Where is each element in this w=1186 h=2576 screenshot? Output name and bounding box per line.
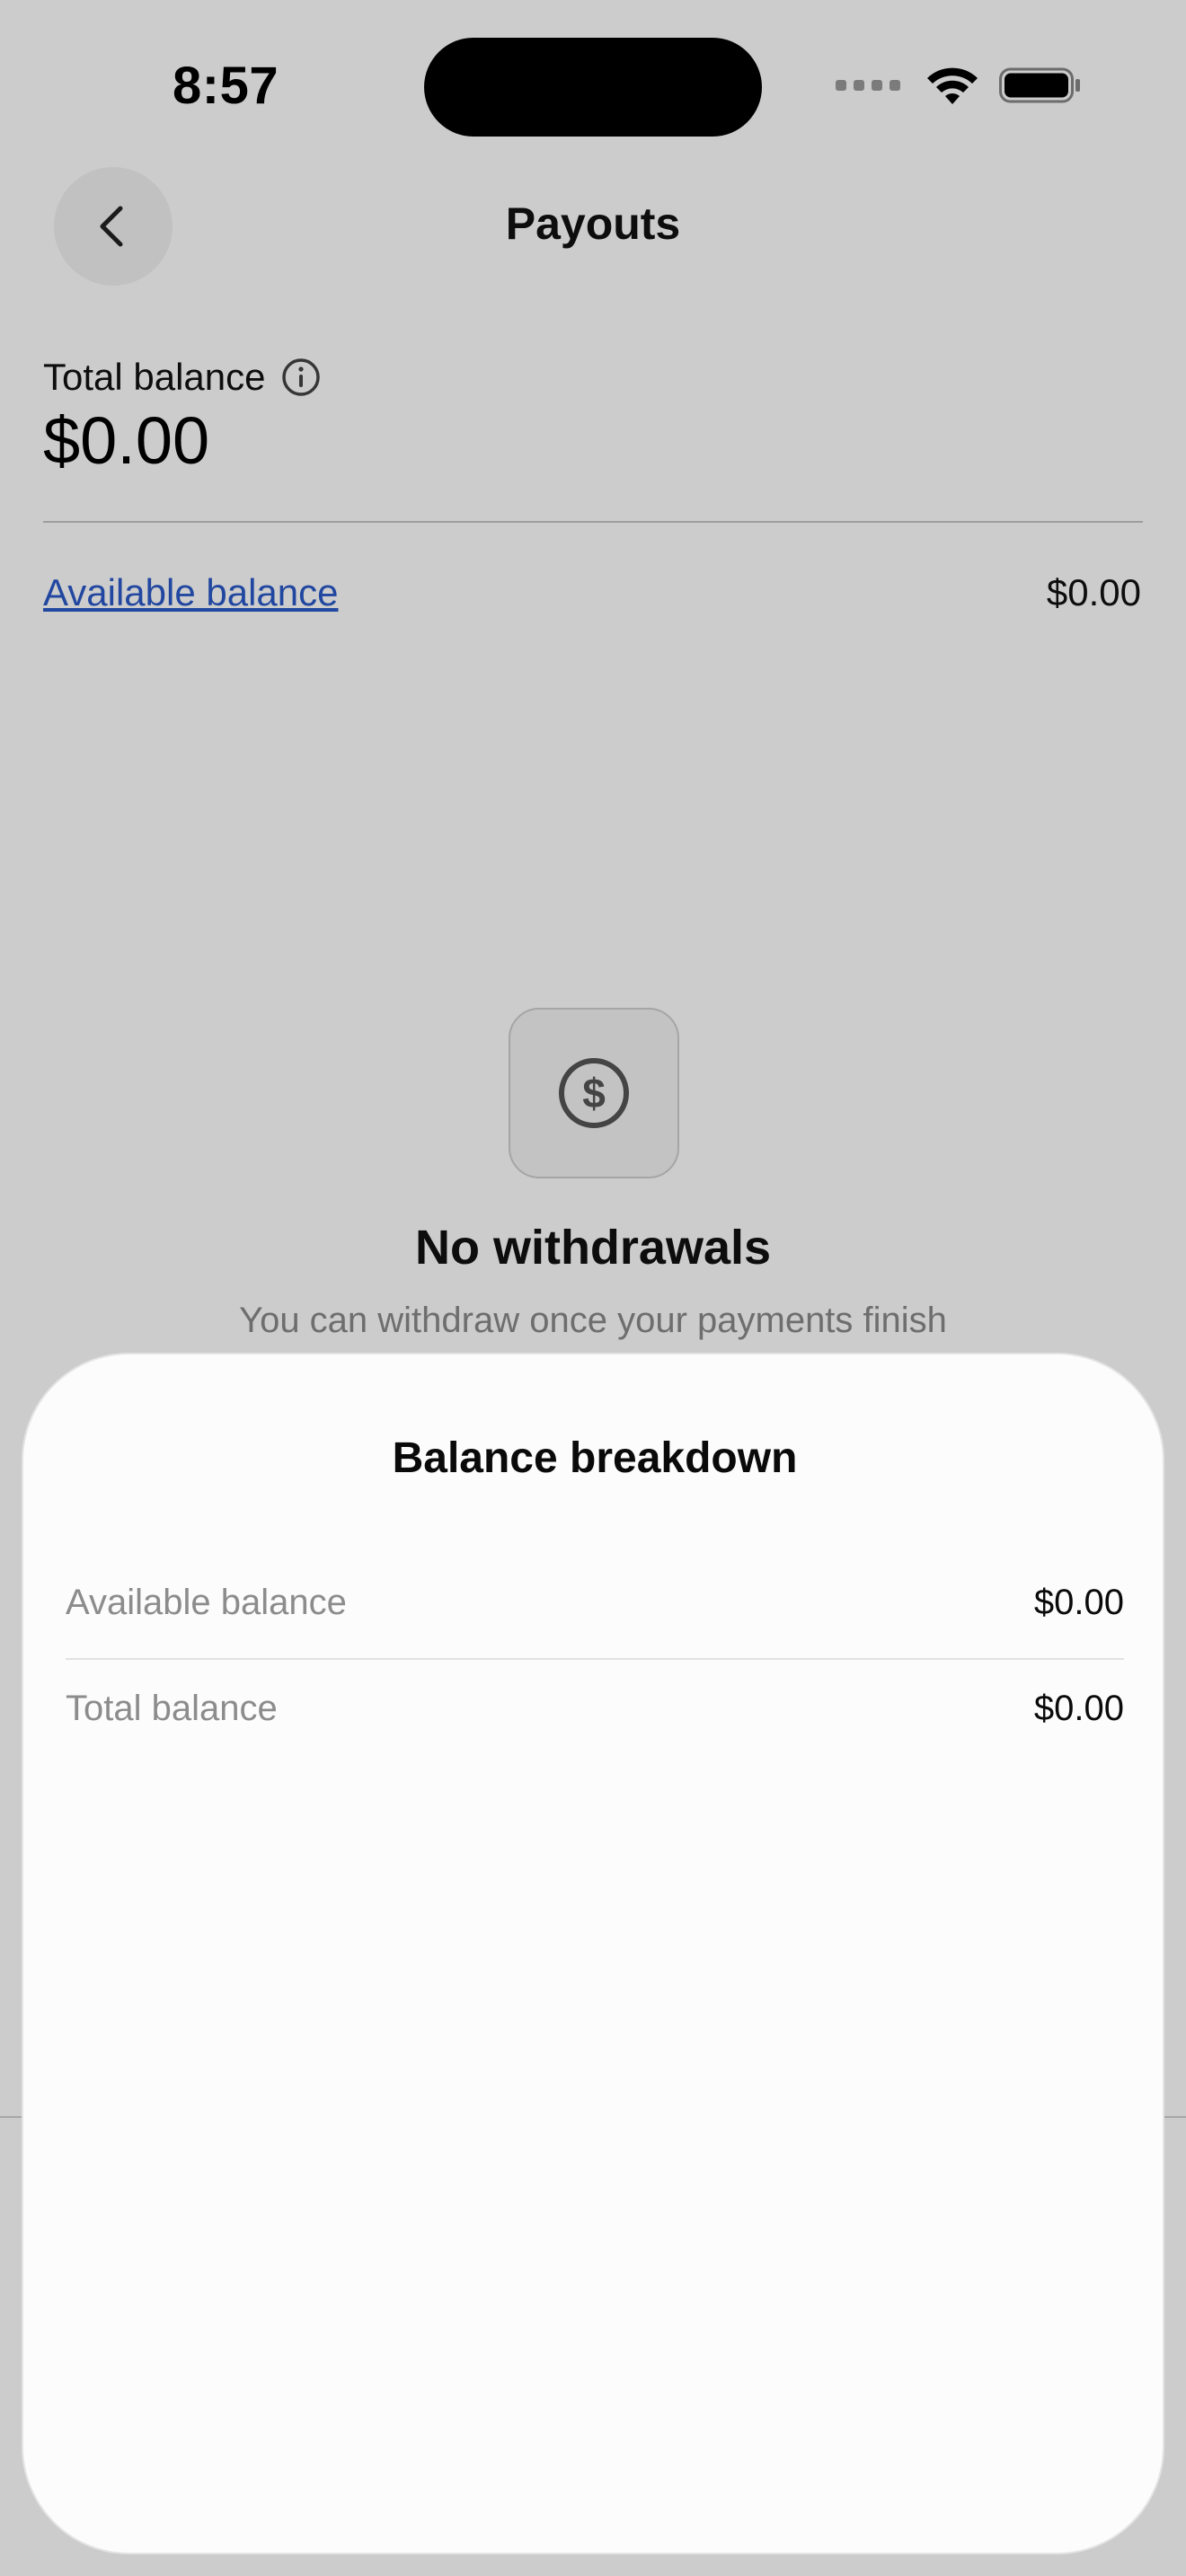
breakdown-row-label: Available balance: [66, 1583, 347, 1622]
balance-breakdown-sheet: Balance breakdown Available balance $0.0…: [22, 1353, 1164, 2554]
sheet-title: Balance breakdown: [392, 1434, 798, 1482]
breakdown-row-value: $0.00: [1033, 1689, 1124, 1728]
breakdown-row-value: $0.00: [1033, 1583, 1124, 1622]
divider: [66, 1658, 1124, 1660]
breakdown-row-label: Total balance: [66, 1689, 278, 1728]
breakdown-row-available: Available balance $0.00: [66, 1570, 1124, 1642]
breakdown-row-total: Total balance $0.00: [66, 1676, 1124, 1748]
